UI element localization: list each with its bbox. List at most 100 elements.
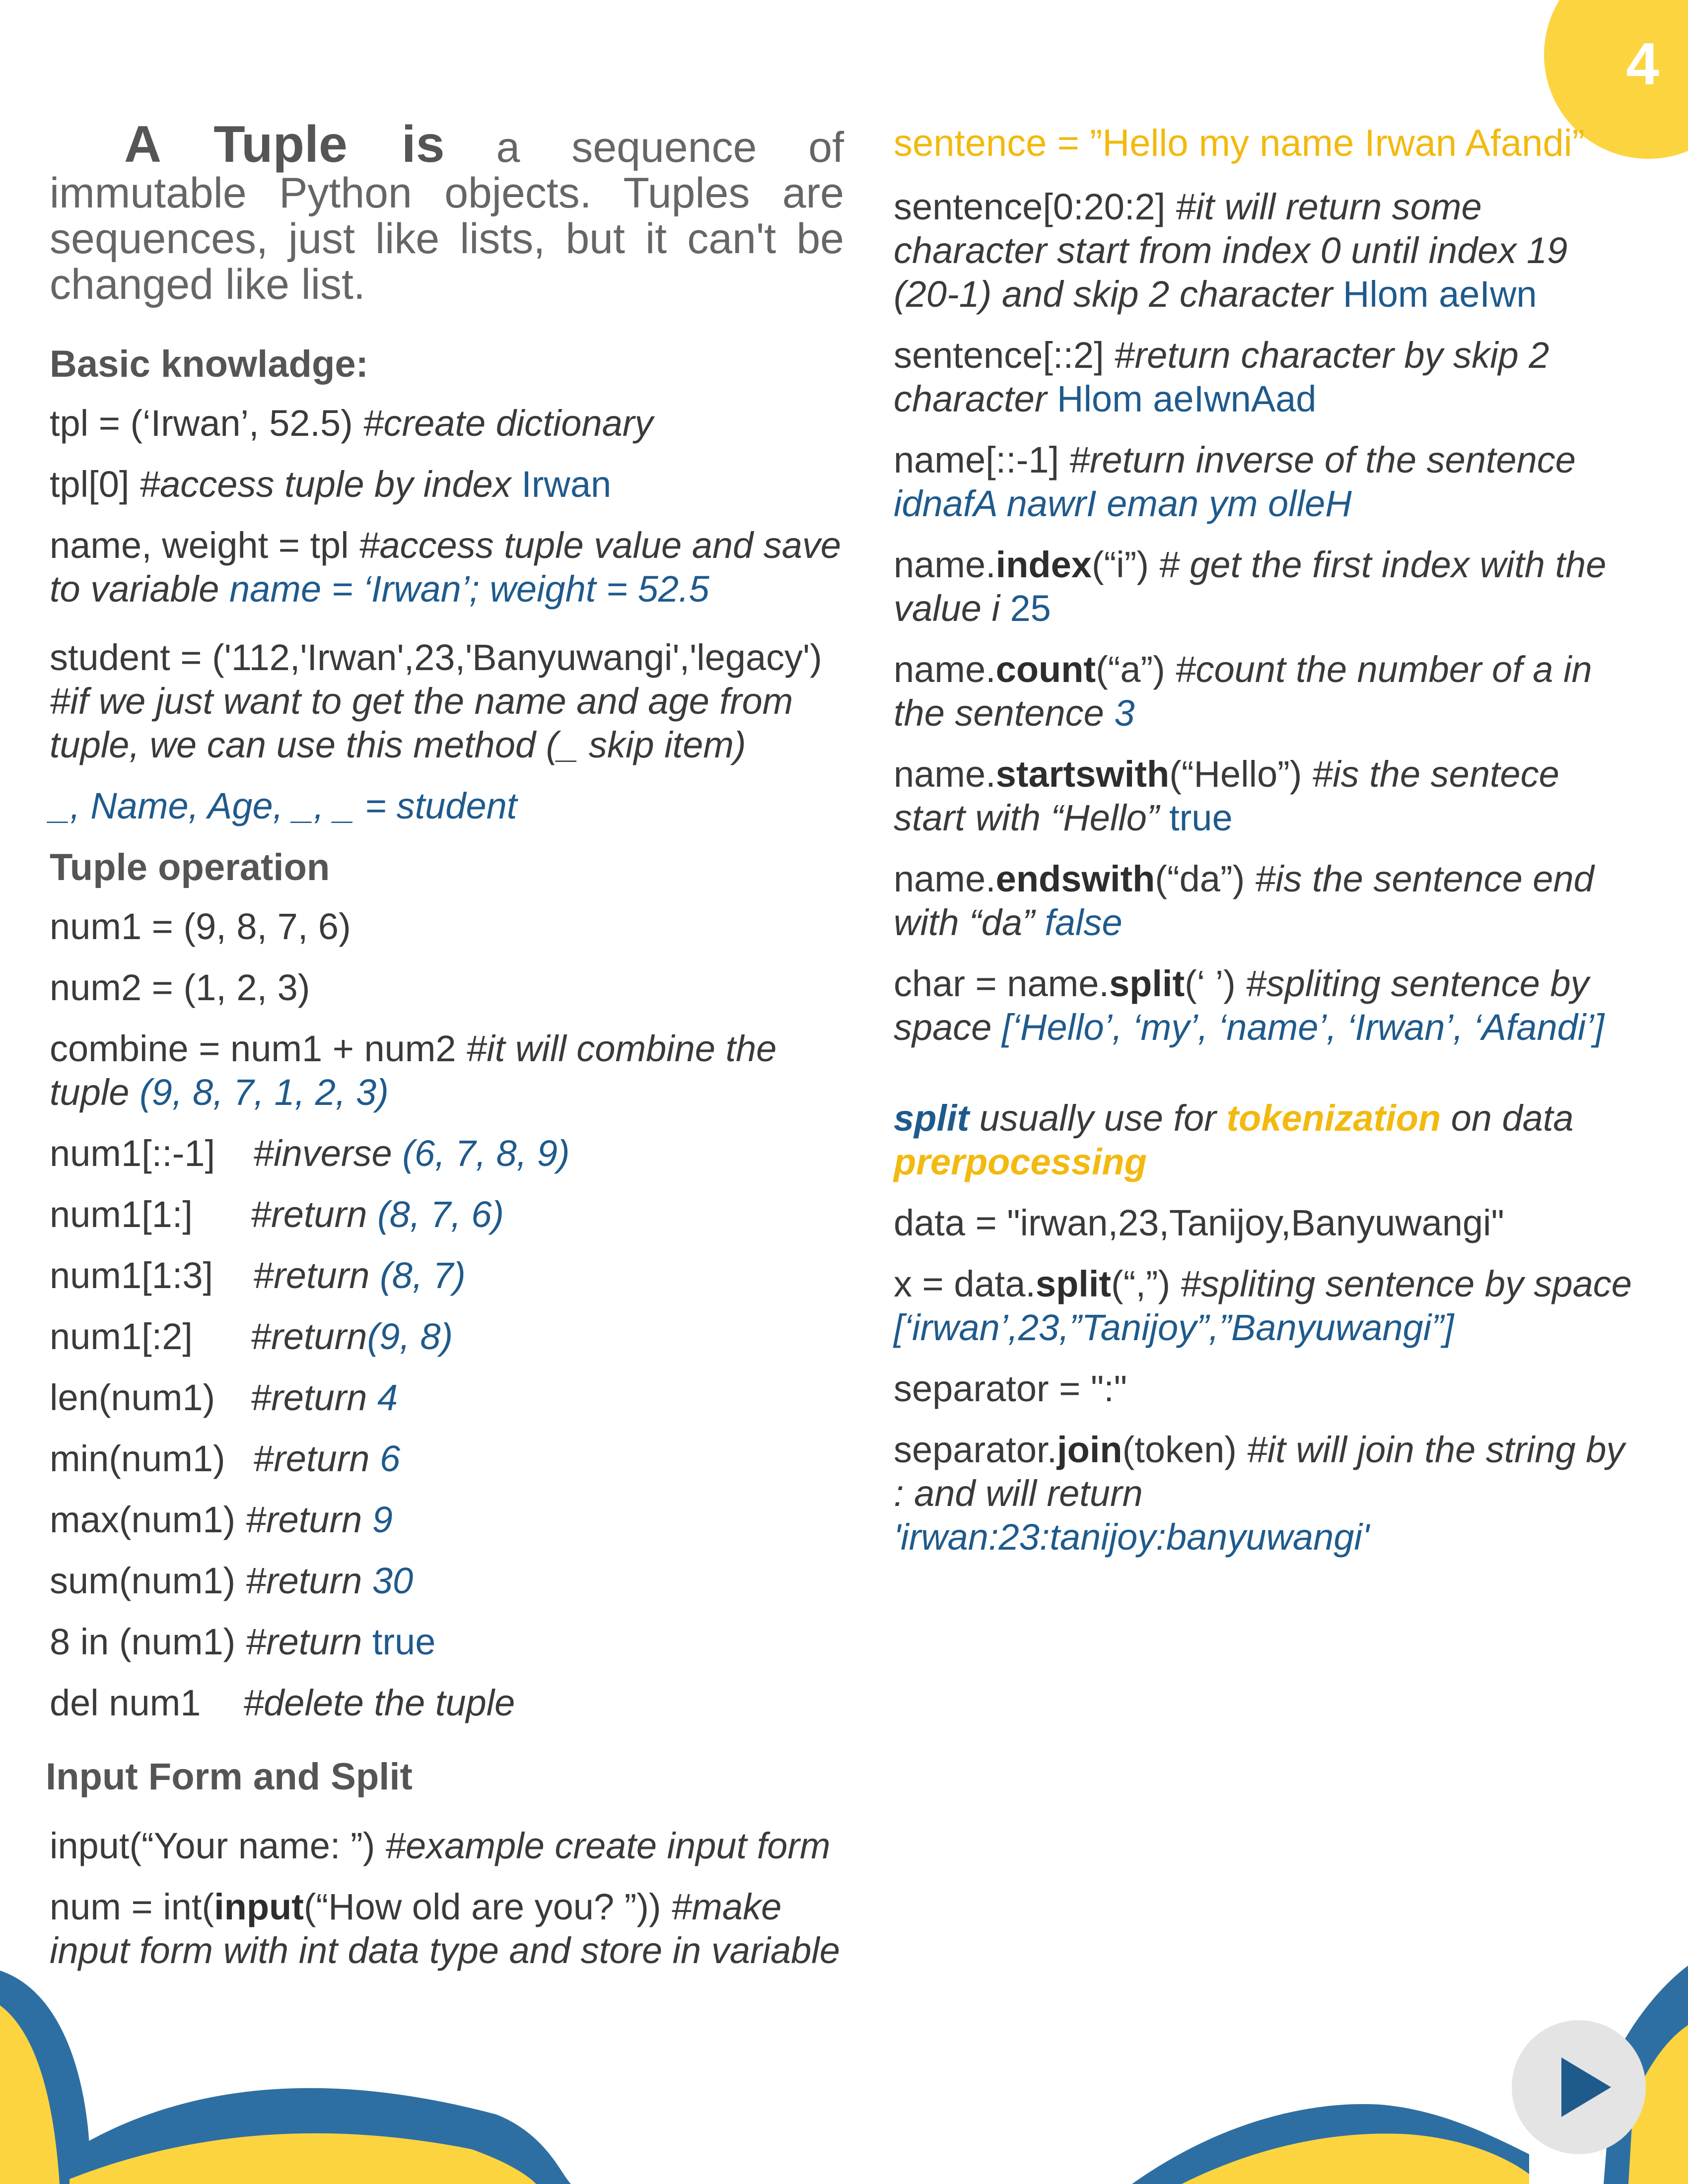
result-text: 25	[1010, 588, 1051, 629]
code-text: name[::-1]	[894, 439, 1069, 480]
op-line-11: sum(num1) #return 30	[50, 1559, 844, 1603]
code-text: tpl[0]	[50, 464, 140, 505]
op-line-1: num1 = (9, 8, 7, 6)	[50, 905, 844, 949]
method-text: input	[214, 1886, 304, 1927]
op-line-6: num1[1:3] #return (8, 7)	[50, 1254, 844, 1297]
data-line: data = "irwan,23,Tanijoy,Banyuwangi"	[894, 1202, 1504, 1243]
result-text: Hlom aeIwn	[1342, 273, 1537, 315]
code-text: (“a”)	[1096, 649, 1176, 690]
comment-text: #delete the tuple	[243, 1682, 515, 1723]
code-text: min(num1)	[50, 1438, 225, 1479]
code-text: (“i”)	[1091, 544, 1159, 585]
code-text: del num1	[50, 1682, 201, 1723]
next-page-button[interactable]	[1512, 2020, 1646, 2154]
code-text: tpl = (‘Irwan’, 52.5)	[50, 403, 363, 444]
method-text: split	[1109, 963, 1185, 1004]
note-text: usually use for	[969, 1097, 1227, 1139]
comment-text: #create dictionary	[363, 403, 653, 444]
result-text: Hlom aeIwnAad	[1057, 378, 1317, 419]
join-line: separator.join(token) #it will join the …	[894, 1428, 1638, 1559]
code-text: (“How old are you? ”))	[303, 1886, 672, 1927]
comment-text: #spliting sentence by space	[1180, 1263, 1632, 1304]
result-text: name = ‘Irwan’; weight = 52.5	[229, 568, 709, 610]
basic-line-2: tpl[0] #access tuple by index Irwan	[50, 463, 844, 506]
code-text: sum(num1)	[50, 1560, 246, 1601]
student-result: _, Name, Age, _, _ = student	[50, 785, 517, 826]
code-text: num1[1:]	[50, 1194, 193, 1235]
code-text: max(num1)	[50, 1499, 246, 1540]
split-note: split usually use for tokenization on da…	[894, 1096, 1638, 1184]
code-text: separator.	[894, 1429, 1057, 1470]
op-line-12: 8 in (num1) #return true	[50, 1620, 844, 1664]
note-keyword: prerpocessing	[894, 1141, 1147, 1182]
sentence-item-8: char = name.split(‘ ’) #spliting sentenc…	[894, 962, 1638, 1049]
code-text: name.	[894, 753, 996, 795]
result-text: 'irwan:23:tanijoy:banyuwangi'	[894, 1516, 1369, 1558]
result-text: (8, 7, 6)	[377, 1194, 504, 1235]
code-text: num1[:2]	[50, 1316, 193, 1357]
comment-text: #return	[251, 1316, 367, 1357]
tuple-operation-heading: Tuple operation	[50, 846, 330, 888]
result-text: 30	[372, 1560, 414, 1601]
comment-text: #return	[253, 1255, 380, 1296]
code-text: name, weight = tpl	[50, 525, 359, 566]
code-text: num1[::-1]	[50, 1133, 215, 1174]
result-text: true	[372, 1621, 436, 1662]
intro-paragraph: A Tuple is a sequence of immutable Pytho…	[50, 119, 844, 307]
left-column: A Tuple is a sequence of immutable Pytho…	[46, 119, 844, 1990]
op-line-9: min(num1) #return 6	[50, 1437, 844, 1481]
comment-text: #return	[251, 1194, 378, 1235]
op-line-4: num1[::-1] #inverse (6, 7, 8, 9)	[50, 1132, 844, 1175]
op-line-3: combine = num1 + num2 #it will combine t…	[50, 1027, 844, 1114]
separator-line: separator = ":"	[894, 1368, 1127, 1409]
code-text: (“da”)	[1155, 858, 1255, 899]
result-text: false	[1045, 902, 1123, 943]
result-text: (9, 8, 7, 1, 2, 3)	[140, 1072, 389, 1113]
op-line-5: num1[1:] #return (8, 7, 6)	[50, 1193, 844, 1236]
basic-knowledge-heading: Basic knowladge:	[50, 343, 368, 385]
page-number: 4	[1626, 31, 1659, 97]
input-line-1: input(“Your name: ”) #example create inp…	[50, 1824, 844, 1868]
note-keyword: split	[894, 1097, 970, 1139]
sentence-item-4: name.index(“i”) # get the first index wi…	[894, 543, 1638, 630]
intro-bold: A Tuple is	[124, 116, 445, 173]
op-line-13: del num1 #delete the tuple	[50, 1681, 844, 1725]
comment-text: #return	[245, 1560, 372, 1601]
code-text: num1[1:3]	[50, 1255, 213, 1296]
code-text: 8 in (num1)	[50, 1621, 246, 1662]
result-text: 9	[372, 1499, 393, 1540]
comment-text: #return	[245, 1621, 372, 1662]
note-keyword: tokenization	[1226, 1097, 1441, 1139]
code-text: name.	[894, 858, 996, 899]
code-text: input(“Your name: ”)	[50, 1825, 385, 1866]
code-text: x = data.	[894, 1263, 1036, 1304]
code-text: len(num1)	[50, 1377, 215, 1418]
sentence-item-5: name.count(“a”) #count the number of a i…	[894, 648, 1638, 735]
code-text: (“Hello”)	[1169, 753, 1312, 795]
result-text: idnafA nawrI eman ym olleH	[894, 483, 1352, 524]
comment-text: #return inverse of the sentence	[1069, 439, 1576, 480]
result-text: [‘irwan’,23,”Tanijoy”,”Banyuwangi”]	[894, 1307, 1454, 1348]
sentence-item-3: name[::-1] #return inverse of the senten…	[894, 438, 1638, 526]
result-text: true	[1169, 797, 1233, 838]
sentence-item-2: sentence[::2] #return character by skip …	[894, 334, 1638, 421]
sentence-item-7: name.endswith(“da”) #is the sentence end…	[894, 857, 1638, 945]
code-text: student = ('112,'Irwan',23,'Banyuwangi',…	[50, 637, 822, 678]
student-block: student = ('112,'Irwan',23,'Banyuwangi',…	[50, 636, 844, 767]
code-text: char = name.	[894, 963, 1109, 1004]
code-text: name.	[894, 544, 996, 585]
result-text: (8, 7)	[380, 1255, 466, 1296]
result-text: [‘Hello’, ‘my’, ‘name’, ‘Irwan’, ‘Afandi…	[1002, 1007, 1605, 1048]
comment-text: #return	[245, 1499, 372, 1540]
right-column: sentence = ”Hello my name Irwan Afandi” …	[894, 122, 1638, 1576]
code-text: combine = num1 + num2	[50, 1028, 467, 1069]
result-text: 6	[380, 1438, 401, 1479]
code-text: num1 = (9, 8, 7, 6)	[50, 906, 351, 947]
result-text: 3	[1114, 692, 1135, 734]
method-text: index	[995, 544, 1092, 585]
op-line-7: num1[:2] #return(9, 8)	[50, 1315, 844, 1359]
op-line-8: len(num1) #return 4	[50, 1376, 844, 1420]
note-text: on data	[1441, 1097, 1574, 1139]
play-icon	[1561, 2057, 1611, 2117]
code-text: sentence[::2]	[894, 335, 1115, 376]
